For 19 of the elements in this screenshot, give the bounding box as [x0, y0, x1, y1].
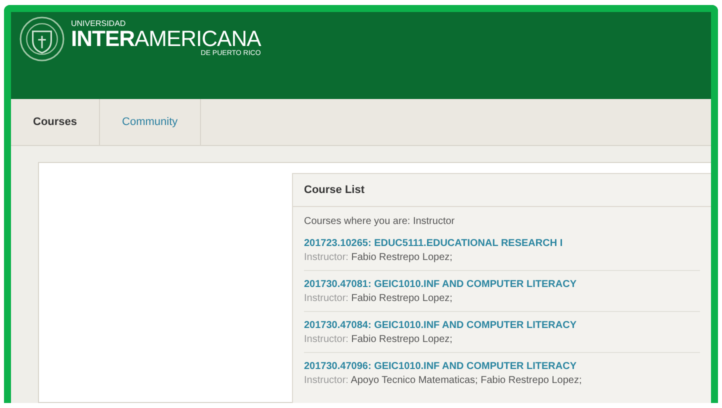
- course-link[interactable]: 201730.47081: GEIC1010.INF AND COMPUTER LITERACY: [304, 278, 700, 292]
- nav-tab[interactable]: Courses: [11, 99, 100, 145]
- nav-tab[interactable]: Community: [100, 99, 201, 145]
- course-link[interactable]: 201723.10265: EDUC5111.EDUCATIONAL RESEARCH I: [304, 237, 700, 251]
- instructor-name: Fabio Restrepo Lopez;: [351, 252, 452, 263]
- role-label: Instructor:: [304, 293, 348, 304]
- instructor-name: Fabio Restrepo Lopez;: [351, 293, 452, 304]
- intro-text: Courses where you are: Instructor: [304, 216, 456, 227]
- role-label: Instructor:: [304, 334, 348, 345]
- instructor-name: Fabio Restrepo Lopez;: [351, 334, 452, 345]
- logo-wordmark: INTERAMERICANA: [71, 28, 261, 50]
- panel-title: Course List: [293, 174, 711, 207]
- course-link[interactable]: 201730.47084: GEIC1010.INF AND COMPUTER LITERACY: [304, 319, 700, 333]
- course-link[interactable]: 201730.47096: GEIC1010.INF AND COMPUTER LITERACY: [304, 360, 700, 374]
- role-label: Instructor:: [304, 375, 348, 386]
- role-label: Instructor:: [304, 252, 348, 263]
- logo-top-text: UNIVERSIDAD: [71, 19, 127, 28]
- seal-icon: [19, 16, 65, 62]
- instructor-name: Apoyo Tecnico Matematicas; Fabio Restrepo Lopez;: [350, 375, 582, 386]
